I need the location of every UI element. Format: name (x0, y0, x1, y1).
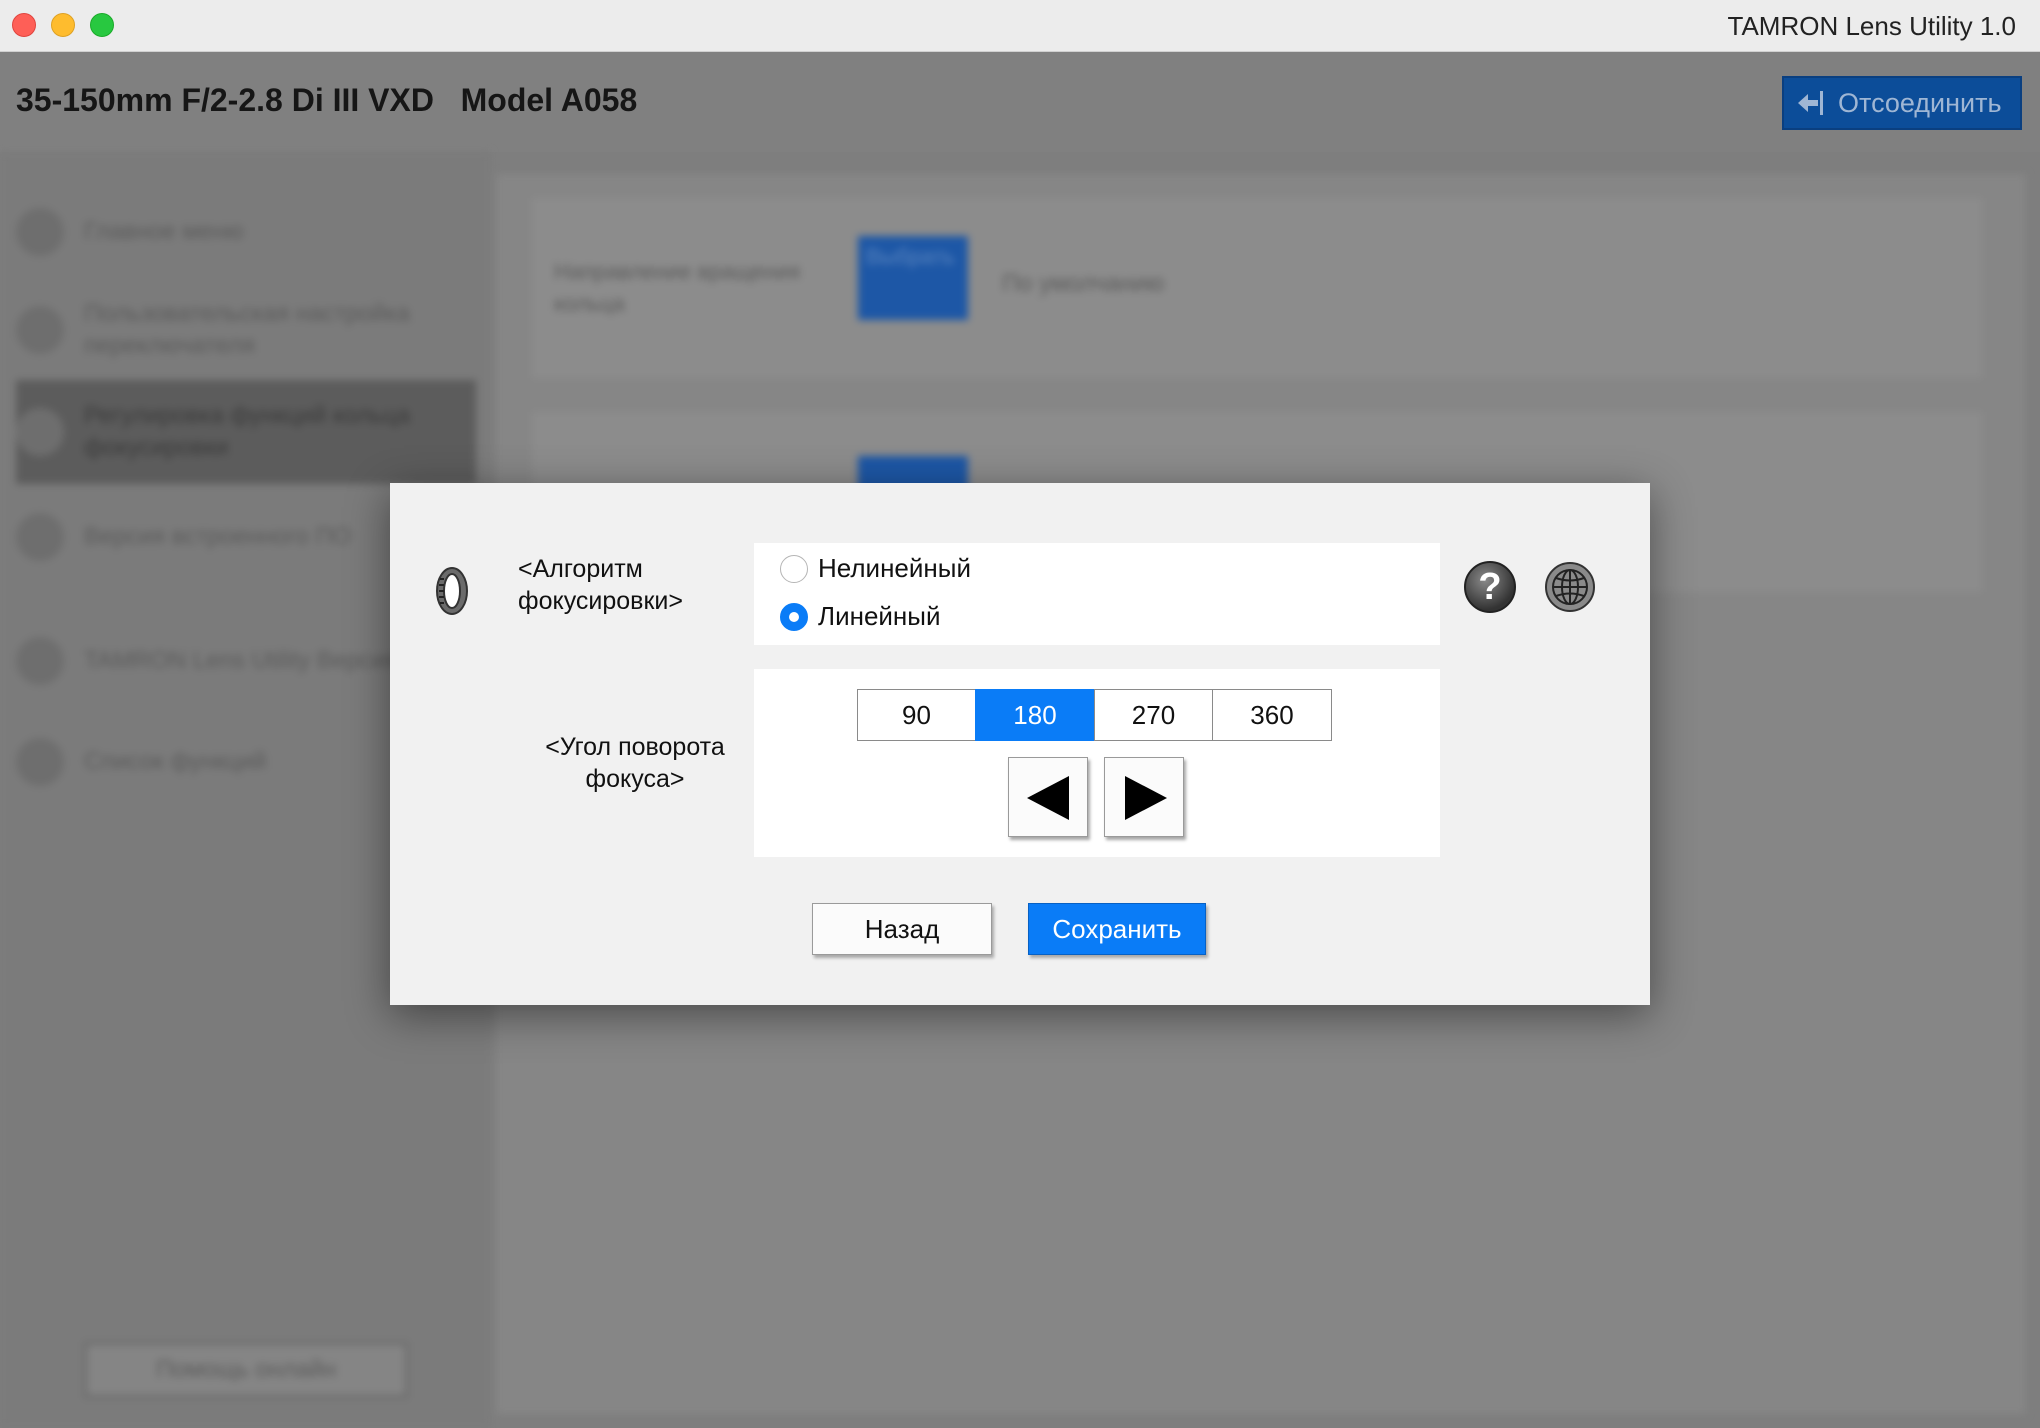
window-title: TAMRON Lens Utility 1.0 (1727, 11, 2016, 41)
angle-option-360[interactable]: 360 (1212, 689, 1332, 741)
previous-angle-button[interactable] (1008, 757, 1088, 837)
sidebar-item-home[interactable]: Главное меню (16, 202, 476, 262)
select-button[interactable]: Выбрать (858, 236, 968, 320)
app-header: 35-150mm F/2-2.8 Di III VXD Model A058 О… (0, 52, 2040, 152)
setting-value: По умолчанию (1002, 270, 1165, 297)
info-icon (16, 637, 64, 685)
angle-segmented-control: 90 180 270 360 (856, 689, 1332, 741)
angle-label: <Угол поворота фокуса> (545, 733, 725, 793)
radio-linear[interactable]: Линейный (780, 601, 941, 632)
angle-panel: 90 180 270 360 (754, 669, 1440, 857)
globe-icon[interactable] (1544, 561, 1596, 613)
lens-name: 35-150mm F/2-2.8 Di III VXD Model A058 (16, 82, 638, 118)
disconnect-label: Отсоединить (1838, 87, 2002, 118)
radio-nonlinear[interactable]: Нелинейный (780, 553, 971, 584)
radio-button[interactable] (780, 554, 808, 583)
sidebar-item-label: Версия встроенного ПО (84, 523, 352, 550)
sidebar-item-label: Список функций (84, 748, 267, 775)
radio-label: Нелинейный (818, 553, 971, 583)
sidebar-item-label: TAMRON Lens Utility Версия ПО (84, 647, 441, 674)
setting-label: Направление вращения кольца (554, 259, 801, 316)
angle-option-270[interactable]: 270 (1093, 689, 1214, 741)
radio-button-selected[interactable] (780, 602, 808, 631)
back-button[interactable]: Назад (812, 903, 992, 955)
sidebar-item-label: Пользовательская настройка переключателя (84, 300, 410, 359)
save-button[interactable]: Сохранить (1028, 903, 1206, 955)
list-icon (16, 738, 64, 786)
algorithm-radio-group: Нелинейный Линейный (754, 543, 1440, 645)
disconnect-button[interactable]: Отсоединить (1782, 76, 2022, 130)
maximize-window-button[interactable] (90, 13, 114, 37)
minimize-window-button[interactable] (51, 13, 75, 37)
algorithm-label: <Алгоритм фокусировки> (518, 555, 683, 615)
sidebar-item-switch[interactable]: Пользовательская настройка переключателя (16, 282, 476, 378)
angle-option-180[interactable]: 180 (975, 689, 1095, 741)
sidebar-item-focus-ring[interactable]: Регулировка функций кольца фокусировки (16, 380, 476, 484)
radio-label: Линейный (818, 601, 941, 631)
title-bar: TAMRON Lens Utility 1.0 (0, 0, 2040, 52)
setting-card: Направление вращения кольца Выбрать По у… (532, 198, 1982, 378)
sidebar-item-label: Главное меню (84, 218, 244, 245)
angle-option-90[interactable]: 90 (856, 689, 977, 741)
sidebar-item-label: Регулировка функций кольца фокусировки (84, 402, 411, 461)
next-angle-button[interactable] (1104, 757, 1184, 837)
online-help-button[interactable]: Помощь онлайн (84, 1342, 408, 1398)
focus-settings-dialog: <Алгоритм фокусировки> Нелинейный Линейн… (390, 483, 1650, 1005)
focus-ring-icon (436, 567, 468, 615)
disconnect-icon (1794, 87, 1826, 119)
left-arrow-icon (1027, 776, 1069, 820)
home-icon (16, 208, 64, 256)
right-arrow-icon (1125, 776, 1167, 820)
focus-ring-icon (16, 408, 64, 456)
firmware-icon (16, 513, 64, 561)
switch-icon (16, 306, 64, 354)
close-window-button[interactable] (12, 13, 36, 37)
help-icon[interactable]: ? (1464, 561, 1516, 613)
